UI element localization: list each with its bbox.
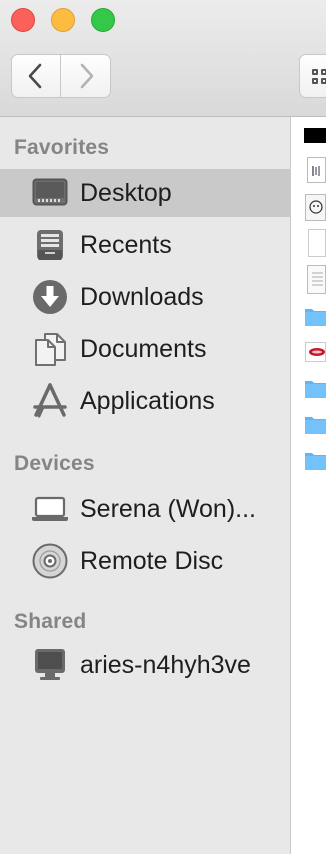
image-thumbnail[interactable]	[305, 342, 326, 362]
shared-header: Shared	[14, 610, 87, 633]
sidebar-item-label: Desktop	[80, 178, 172, 207]
file-list-pane	[291, 117, 326, 854]
sidebar-item-downloads[interactable]: Downloads	[0, 273, 290, 321]
file-thumbnail[interactable]	[308, 229, 326, 257]
sidebar-item-desktop[interactable]: Desktop	[0, 169, 290, 217]
sidebar-item-label: Remote Disc	[80, 546, 224, 575]
zoom-window-button[interactable]	[91, 8, 115, 32]
close-window-button[interactable]	[11, 8, 35, 32]
navigation-buttons	[11, 54, 112, 100]
sidebar-item-remote-disc[interactable]: Remote Disc	[0, 537, 290, 585]
window-toolbar	[0, 0, 326, 117]
sidebar-item-recents[interactable]: Recents	[0, 221, 290, 269]
file-thumbnail[interactable]	[305, 194, 326, 221]
disc-icon	[30, 541, 70, 581]
sidebar-item-label: Downloads	[80, 282, 204, 311]
file-thumbnail[interactable]	[307, 157, 326, 183]
folder-icon[interactable]	[305, 306, 326, 327]
forward-button[interactable]	[61, 54, 111, 98]
chevron-right-icon	[80, 63, 93, 89]
sidebar-item-label: Recents	[80, 230, 172, 259]
sidebar-item-aries[interactable]: aries-n4hyh3ve	[0, 641, 290, 689]
folder-icon[interactable]	[305, 414, 326, 435]
sidebar-item-label: Documents	[80, 334, 207, 363]
applications-icon	[30, 381, 70, 421]
sidebar-item-documents[interactable]: Documents	[0, 325, 290, 373]
downloads-icon	[30, 277, 70, 317]
file-thumbnail[interactable]	[307, 265, 326, 294]
network-computer-icon	[30, 645, 70, 685]
file-thumbnail[interactable]	[304, 128, 326, 143]
devices-header: Devices	[14, 452, 95, 475]
desktop-icon	[30, 173, 70, 213]
chevron-left-icon	[28, 63, 42, 89]
recents-icon	[30, 225, 70, 265]
sidebar-item-serena[interactable]: Serena (Won)...	[0, 485, 290, 533]
back-button[interactable]	[11, 54, 61, 98]
folder-icon[interactable]	[305, 378, 326, 399]
view-mode-button[interactable]	[299, 54, 326, 98]
favorites-header: Favorites	[14, 136, 110, 159]
sidebar-item-label: Serena (Won)...	[80, 494, 257, 523]
minimize-window-button[interactable]	[51, 8, 75, 32]
sidebar-item-label: aries-n4hyh3ve	[80, 650, 251, 679]
laptop-icon	[30, 489, 70, 529]
sidebar: Favorites Desktop Recents Downloads Docu…	[0, 117, 290, 854]
folder-icon[interactable]	[305, 450, 326, 471]
sidebar-item-label: Applications	[80, 386, 215, 415]
documents-icon	[30, 329, 70, 369]
sidebar-item-applications[interactable]: Applications	[0, 377, 290, 425]
